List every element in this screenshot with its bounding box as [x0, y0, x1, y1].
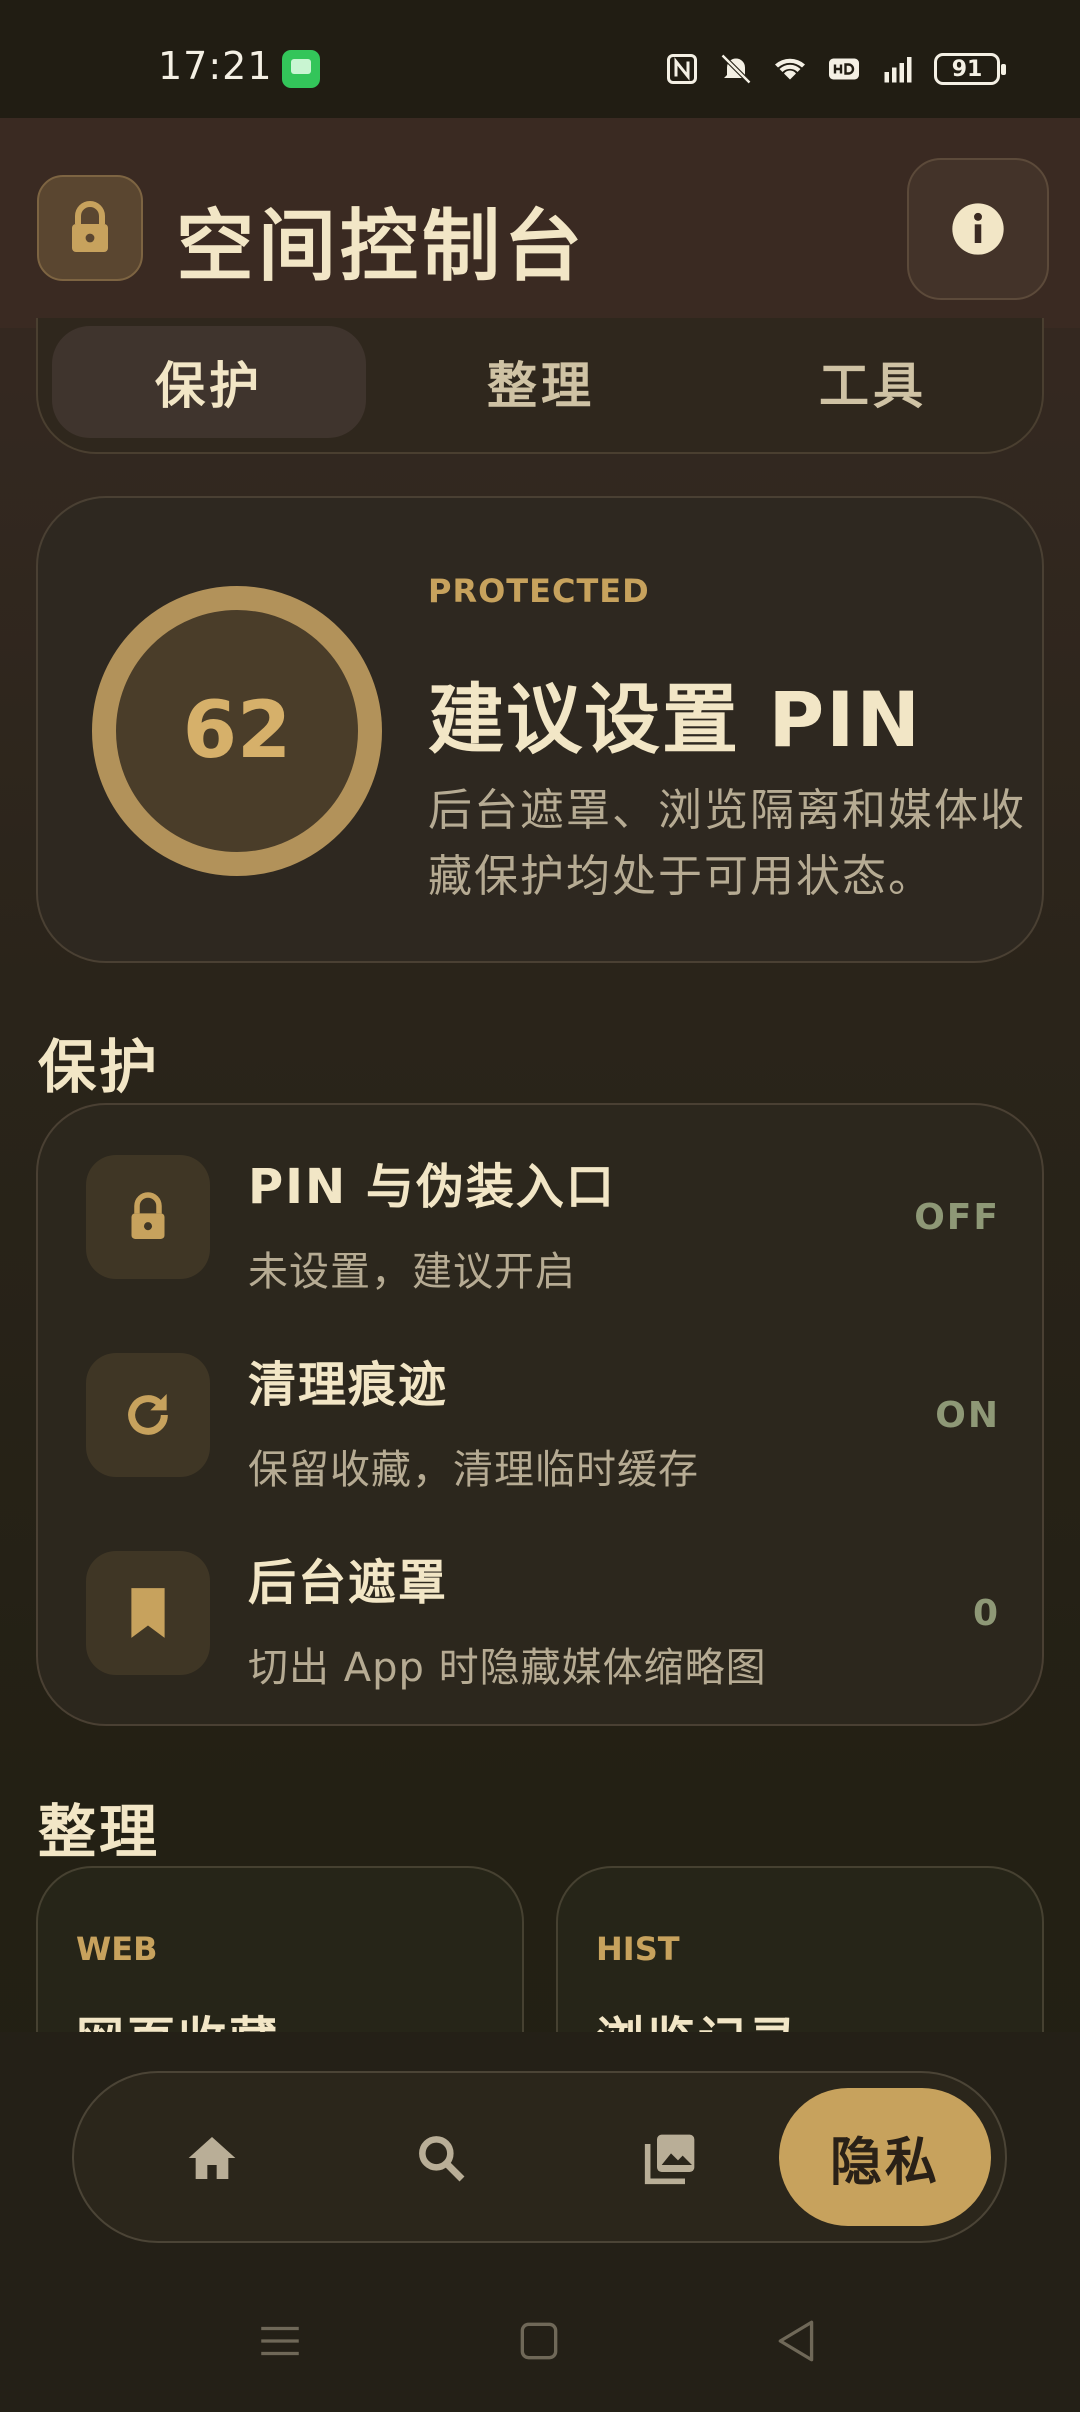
score-description: 后台遮罩、浏览隔离和媒体收藏保护均处于可用状态。	[428, 785, 1026, 902]
row-subtitle: 保留收藏，清理临时缓存	[248, 1447, 699, 1493]
row-title: 清理痕迹	[248, 1357, 449, 1413]
row-status-value: 0	[972, 1593, 1000, 1634]
score-value: 62	[182, 686, 292, 776]
status-bar: 17:21 91	[0, 0, 1080, 118]
score-ring: 62	[92, 586, 382, 876]
section-title-organize: 整理	[38, 1798, 161, 1866]
row-icon-badge	[86, 1155, 210, 1279]
status-time: 17:21	[158, 44, 273, 88]
gallery-icon	[644, 2134, 695, 2185]
card-tag: HIST	[596, 1930, 680, 1968]
status-icons: 91	[664, 44, 1006, 94]
row-icon-badge	[86, 1551, 210, 1675]
row-title: 后台遮罩	[248, 1555, 449, 1611]
protection-row-mask[interactable]: 后台遮罩 切出 App 时隐藏媒体缩略图 0	[38, 1501, 1046, 1701]
nav-privacy[interactable]: 隐私	[779, 2088, 991, 2226]
5g-signal-icon	[884, 57, 912, 83]
chat-notification-icon	[282, 50, 320, 88]
refresh-icon	[128, 1394, 168, 1435]
nfc-icon	[667, 54, 697, 84]
lock-icon	[72, 201, 108, 252]
mute-bell-icon	[720, 53, 752, 85]
row-status-value: OFF	[914, 1197, 1000, 1238]
bottom-nav: 隐私	[72, 2071, 1007, 2243]
tab-tools[interactable]: 工具	[716, 326, 1030, 438]
page-title: 空间控制台	[176, 202, 587, 292]
home-icon	[188, 2137, 236, 2179]
row-title: PIN 与伪装入口	[248, 1159, 616, 1215]
protection-row-pin[interactable]: PIN 与伪装入口 未设置，建议开启 OFF	[38, 1105, 1046, 1305]
row-icon-badge	[86, 1353, 210, 1477]
tab-bar: 保护 整理 工具	[36, 318, 1044, 454]
battery-icon: 91	[934, 53, 1006, 85]
row-subtitle: 切出 App 时隐藏媒体缩略图	[248, 1645, 767, 1691]
app-header: 空间控制台	[0, 118, 1080, 328]
score-title: 建议设置 PIN	[428, 675, 923, 764]
menu-icon[interactable]	[255, 2316, 305, 2366]
tab-protect[interactable]: 保护	[52, 326, 366, 438]
bookmark-icon	[131, 1588, 165, 1638]
section-title-protect: 保护	[38, 1033, 161, 1101]
back-icon[interactable]	[772, 2316, 822, 2366]
protection-card: PIN 与伪装入口 未设置，建议开启 OFF 清理痕迹 保留收藏，清理临时缓存 …	[36, 1103, 1044, 1726]
status-badge: PROTECTED	[428, 572, 650, 610]
info-button[interactable]	[907, 158, 1049, 300]
nav-gallery[interactable]	[626, 2113, 716, 2203]
search-icon	[419, 2136, 465, 2182]
security-score-card[interactable]: 62 PROTECTED 建议设置 PIN 后台遮罩、浏览隔离和媒体收藏保护均处…	[36, 496, 1044, 963]
row-status-value: ON	[935, 1395, 1000, 1436]
card-tag: WEB	[76, 1930, 158, 1968]
protection-row-clean[interactable]: 清理痕迹 保留收藏，清理临时缓存 ON	[38, 1303, 1046, 1503]
info-icon	[952, 203, 1004, 255]
tab-organize[interactable]: 整理	[384, 326, 698, 438]
battery-level: 91	[951, 56, 983, 82]
app-lock-badge	[37, 175, 143, 281]
nav-home[interactable]	[167, 2113, 257, 2203]
nav-search[interactable]	[396, 2113, 486, 2203]
row-subtitle: 未设置，建议开启	[248, 1249, 576, 1295]
home-square-icon[interactable]	[514, 2316, 564, 2366]
hd-icon	[829, 58, 859, 80]
wifi-icon	[775, 58, 805, 80]
lock-icon	[131, 1192, 165, 1239]
app-screen: 17:21 91 空间控制台 保护 整理 工具 62 PROTECTED 建议设	[0, 0, 1080, 2412]
